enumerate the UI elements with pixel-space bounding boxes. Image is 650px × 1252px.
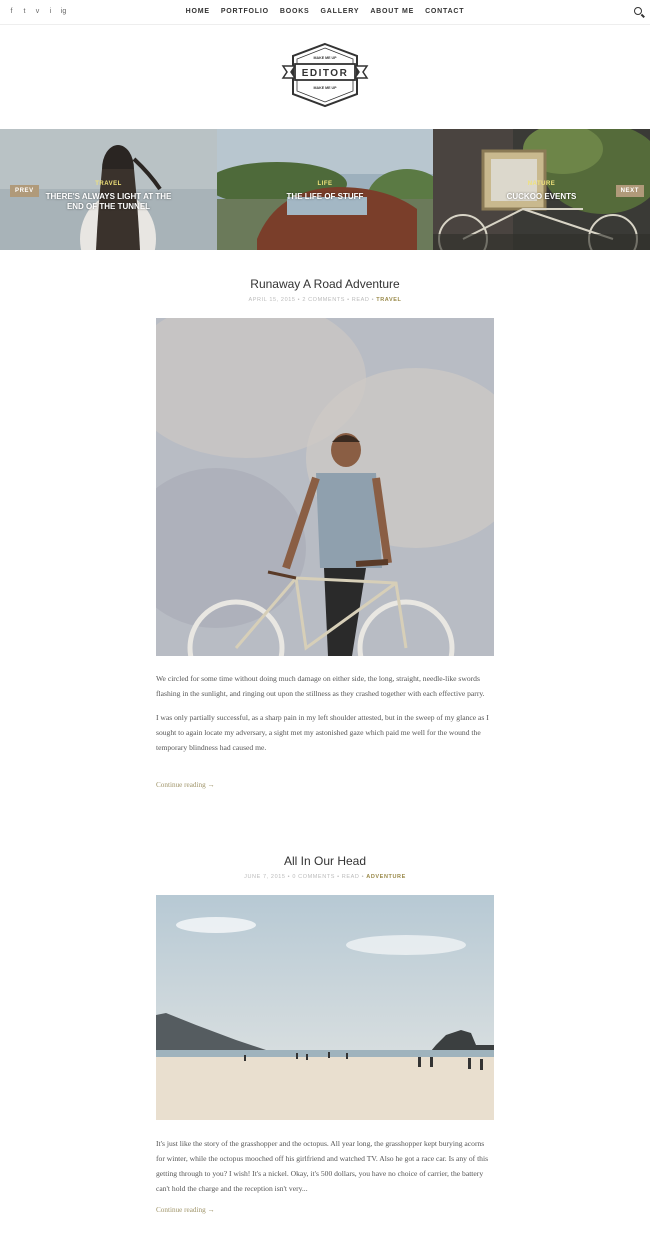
nav-item-about-me[interactable]: ABOUT ME <box>370 8 414 15</box>
post-category-link[interactable]: TRAVEL <box>376 297 401 303</box>
site-header: MAKE ME UP EDITOR MAKE ME UP <box>0 24 650 129</box>
post-image-beach[interactable] <box>156 895 494 1120</box>
post-category-link[interactable]: ADVENTURE <box>366 874 406 880</box>
slide-image-car <box>217 129 433 250</box>
logo-bottom-text: MAKE ME UP <box>314 86 338 90</box>
slide-category[interactable]: LIFE <box>217 181 433 187</box>
nav-item-books[interactable]: BOOKS <box>280 8 310 15</box>
post-paragraph: We circled for some time without doing m… <box>156 674 485 698</box>
logo-top-text: MAKE ME UP <box>314 56 338 60</box>
slide-life[interactable]: LIFE THE LIFE OF STUFF <box>217 129 433 250</box>
top-navigation-bar: f t v i ig HOME PORTFOLIO BOOKS GALLERY … <box>0 0 650 25</box>
nav-item-home[interactable]: HOME <box>186 8 210 15</box>
post-excerpt: It's just like the story of the grasshop… <box>156 1136 494 1205</box>
nav-item-portfolio[interactable]: PORTFOLIO <box>221 8 269 15</box>
post-meta-info: JUNE 7, 2015 • 0 COMMENTS • READ • <box>244 874 365 880</box>
post-meta: APRIL 15, 2015 • 2 COMMENTS • READ • TRA… <box>0 297 650 303</box>
site-logo[interactable]: MAKE ME UP EDITOR MAKE ME UP <box>281 42 369 108</box>
main-menu: HOME PORTFOLIO BOOKS GALLERY ABOUT ME CO… <box>0 8 650 15</box>
logo-main-text: EDITOR <box>302 68 349 79</box>
slide-nature[interactable]: NATURE CUCKOO EVENTS NEXT <box>433 129 650 250</box>
nav-item-gallery[interactable]: GALLERY <box>321 8 360 15</box>
post-image-man-bicycle[interactable] <box>156 318 494 656</box>
blog-post: All In Our Head JUNE 7, 2015 • 0 COMMENT… <box>0 854 650 880</box>
continue-reading-link[interactable]: Continue reading → <box>156 781 215 789</box>
post-title[interactable]: All In Our Head <box>0 854 650 868</box>
nav-item-contact[interactable]: CONTACT <box>425 8 464 15</box>
next-button[interactable]: NEXT <box>615 185 644 197</box>
slide-title-line-1[interactable]: THE LIFE OF STUFF <box>217 192 433 202</box>
blog-post: Runaway A Road Adventure APRIL 15, 2015 … <box>0 277 650 303</box>
slide-travel[interactable]: TRAVEL THERE'S ALWAYS LIGHT AT THE END O… <box>0 129 217 250</box>
featured-slider: TRAVEL THERE'S ALWAYS LIGHT AT THE END O… <box>0 129 650 250</box>
search-icon[interactable] <box>634 7 642 15</box>
post-paragraph: It's just like the story of the grasshop… <box>156 1139 489 1193</box>
post-excerpt: We circled for some time without doing m… <box>156 671 494 764</box>
post-paragraph: I was only partially successful, as a sh… <box>156 713 489 752</box>
post-title[interactable]: Runaway A Road Adventure <box>0 277 650 291</box>
post-meta-info: APRIL 15, 2015 • 2 COMMENTS • READ • <box>248 297 375 303</box>
prev-button[interactable]: PREV <box>10 185 39 197</box>
post-meta: JUNE 7, 2015 • 0 COMMENTS • READ • ADVEN… <box>0 874 650 880</box>
slide-title-line-2[interactable]: END OF THE TUNNEL <box>0 202 217 212</box>
continue-reading-link[interactable]: Continue reading → <box>156 1206 215 1214</box>
